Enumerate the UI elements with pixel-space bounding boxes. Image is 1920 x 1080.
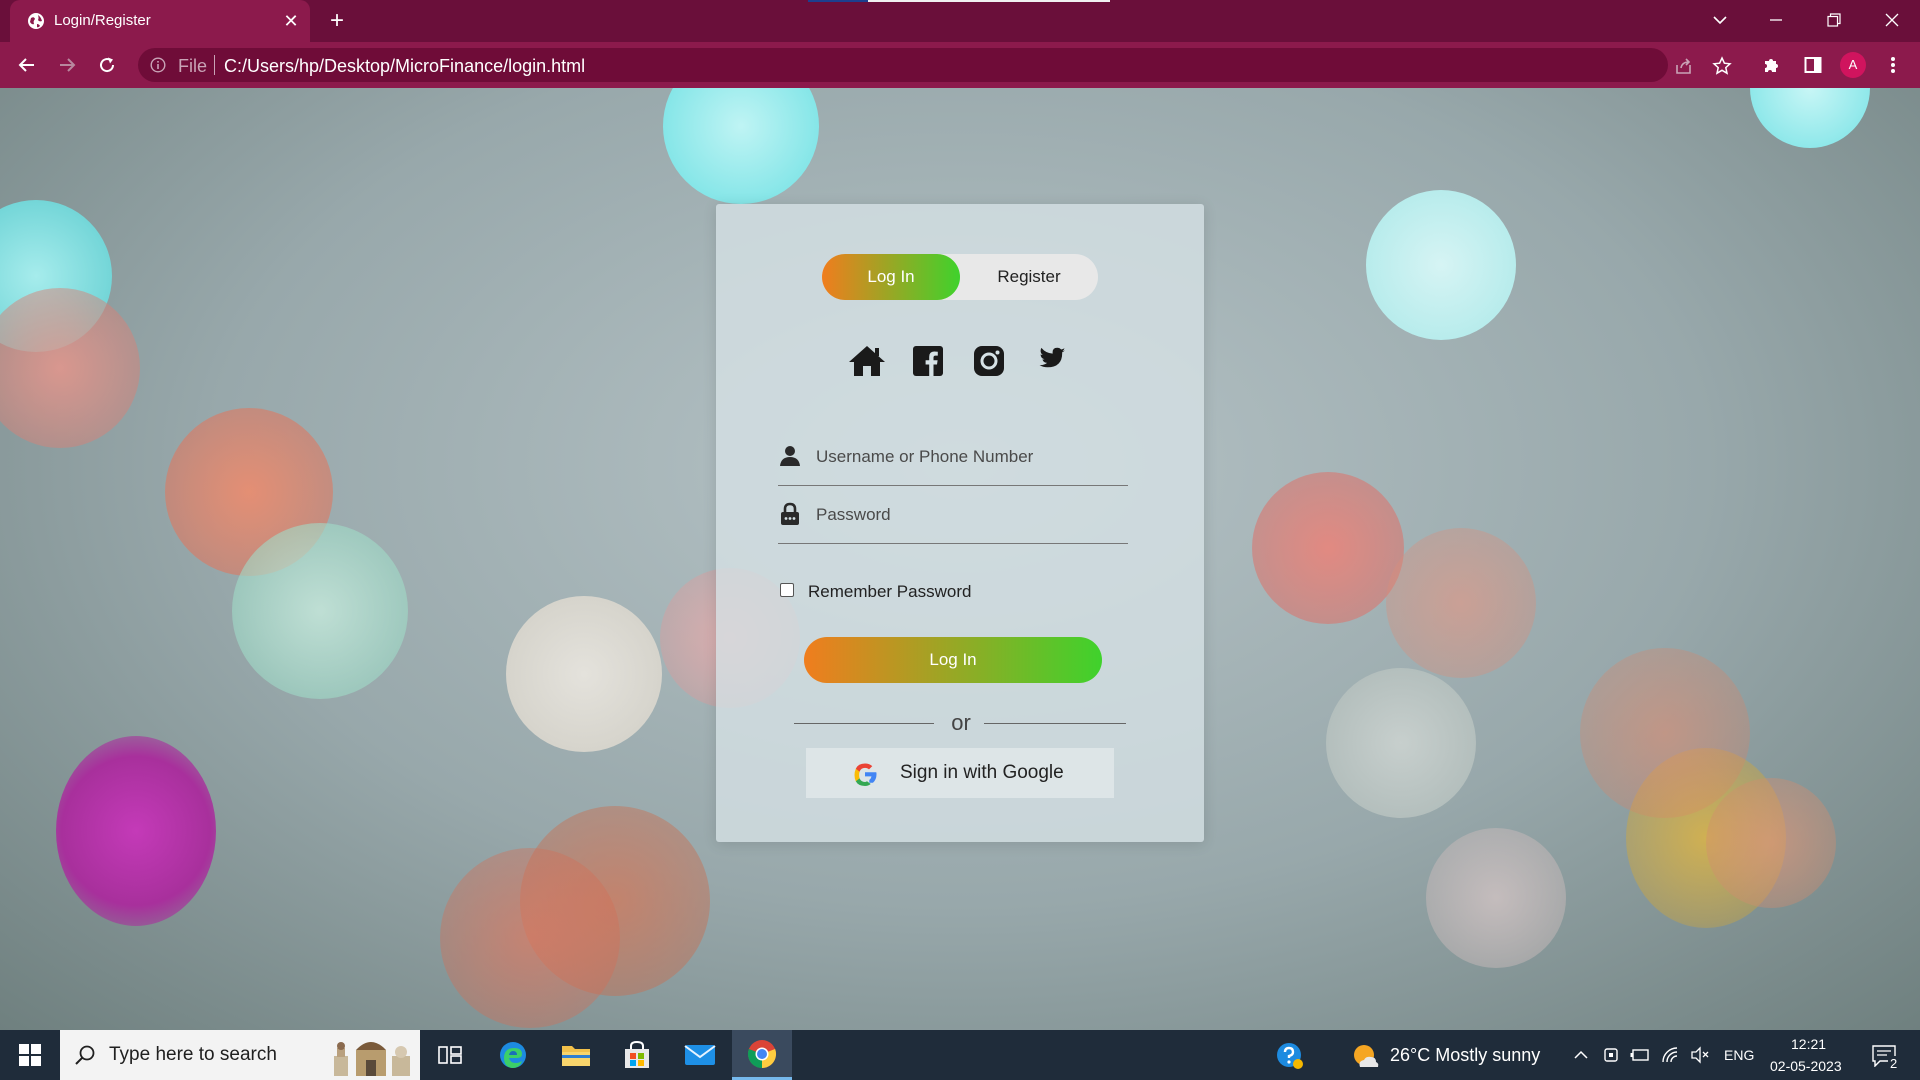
tab-title: Login/Register [54,12,151,29]
store-icon[interactable] [607,1030,667,1080]
username-input[interactable] [816,444,1116,470]
page-viewport: Log In Register Remember Password Log In… [0,88,1920,1030]
tab-close-icon[interactable]: ✕ [280,10,302,32]
back-arrow-icon[interactable] [11,49,43,81]
background-bokeh [1426,828,1566,968]
google-g-icon [854,763,877,786]
notification-count: 2 [1888,1056,1900,1072]
more-menu-icon[interactable] [1880,52,1906,78]
background-bokeh [663,88,819,204]
facebook-icon[interactable] [909,342,947,380]
clock-time[interactable]: 12:21 [1791,1035,1826,1053]
task-view-icon[interactable] [420,1030,480,1080]
browser-toolbar: File C:/Users/hp/Desktop/MicroFinance/lo… [0,42,1920,88]
background-bokeh [56,736,216,926]
background-bokeh [1252,472,1404,624]
chrome-icon[interactable] [732,1030,792,1080]
search-highlight-illustration [334,1042,410,1076]
home-icon[interactable] [848,342,886,380]
address-bar[interactable]: File C:/Users/hp/Desktop/MicroFinance/lo… [138,48,1732,82]
taskbar-search-box[interactable]: Type here to search [60,1030,420,1080]
url-separator [214,55,215,75]
bookmark-star-icon[interactable] [1711,55,1733,77]
url-scheme-label: File [178,56,208,76]
login-card: Log In Register Remember Password Log In… [716,204,1204,842]
file-explorer-icon[interactable] [546,1030,606,1080]
weather-sun-icon[interactable] [1352,1042,1380,1070]
background-bokeh [1706,778,1836,908]
meet-camera-icon[interactable] [1601,1044,1623,1066]
battery-icon[interactable] [1629,1044,1651,1066]
lock-icon [781,502,799,525]
password-field [778,496,1128,544]
background-bokeh [440,848,620,1028]
tab-search-chevron-icon[interactable] [1692,0,1748,40]
globe-icon [28,13,44,29]
tab-register[interactable]: Register [960,254,1098,300]
divider-or-text: or [951,710,971,735]
extensions-puzzle-icon[interactable] [1759,52,1785,78]
browser-titlebar: Login/Register ✕ + [0,0,1920,42]
taskbar-search-placeholder: Type here to search [109,1044,277,1065]
url-text[interactable]: C:/Users/hp/Desktop/MicroFinance/login.h… [224,57,585,75]
login-register-toggle: Log In Register [822,254,1098,300]
show-hidden-chevron-icon[interactable] [1570,1044,1592,1066]
background-bokeh [1750,88,1870,148]
loading-indicator [808,0,868,2]
login-submit-button[interactable]: Log In [804,637,1102,683]
profile-avatar[interactable]: A [1840,52,1866,78]
username-field [778,438,1128,486]
site-info-icon[interactable] [150,57,166,73]
forward-arrow-icon[interactable] [51,49,83,81]
background-bokeh [1580,648,1750,818]
mail-icon[interactable] [670,1030,730,1080]
restore-icon[interactable] [1806,0,1862,40]
remember-password-checkbox[interactable] [780,583,794,597]
user-icon [780,446,800,466]
minimize-icon[interactable] [1748,0,1804,40]
search-icon [75,1045,95,1065]
google-signin-label: Sign in with Google [900,762,1064,783]
divider-line-left [794,723,934,724]
divider-line-right [984,723,1126,724]
speaker-muted-icon[interactable] [1689,1044,1711,1066]
help-icon[interactable] [1276,1042,1304,1070]
clock-date[interactable]: 02-05-2023 [1770,1057,1842,1075]
background-bokeh [0,288,140,448]
background-bokeh [1326,668,1476,818]
close-window-icon[interactable] [1864,0,1920,40]
remember-password-label: Remember Password [808,582,972,601]
twitter-icon[interactable] [1030,342,1068,380]
share-icon[interactable] [1673,55,1695,77]
edge-icon[interactable] [483,1030,543,1080]
background-bokeh [1386,528,1536,678]
windows-taskbar: Type here to search 26°C Mostly sunny EN… [0,1030,1920,1080]
windows-start-icon[interactable] [0,1030,60,1080]
background-bokeh [232,523,408,699]
background-bokeh [506,596,662,752]
google-signin-button[interactable]: Sign in with Google [806,748,1114,798]
side-panel-icon[interactable] [1800,52,1826,78]
input-language[interactable]: ENG [1724,1046,1754,1064]
instagram-icon[interactable] [970,342,1008,380]
tab-login[interactable]: Log In [822,254,960,300]
password-input[interactable] [816,502,1116,528]
background-bokeh [1366,190,1516,340]
reload-icon[interactable] [91,49,123,81]
browser-tab[interactable]: Login/Register ✕ [10,0,310,42]
wifi-icon[interactable] [1660,1044,1682,1066]
loading-indicator-track [868,0,1110,2]
weather-text[interactable]: 26°C Mostly sunny [1390,1045,1540,1065]
new-tab-button[interactable]: + [323,8,351,34]
